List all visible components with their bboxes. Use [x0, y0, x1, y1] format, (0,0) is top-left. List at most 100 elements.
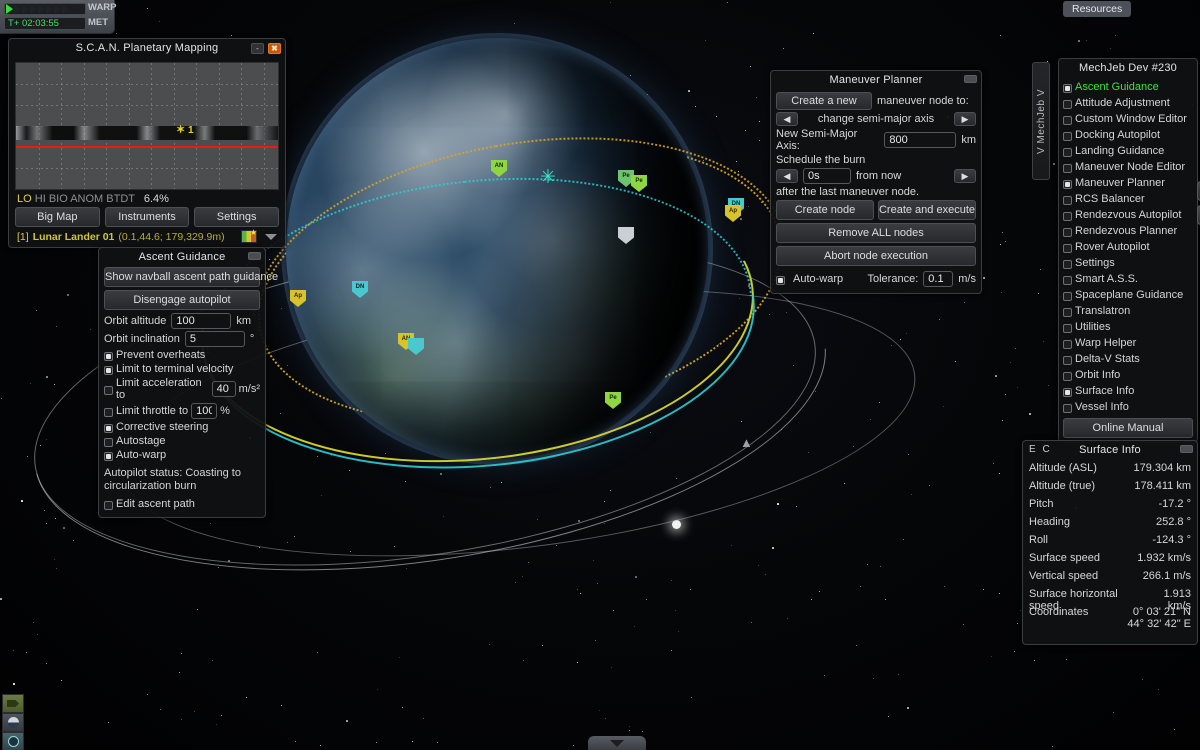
limit-acceleration-input[interactable]: [211, 381, 236, 397]
orbit-inclination-input[interactable]: [184, 331, 245, 347]
mechjeb-item-surface-info[interactable]: Surface Info: [1063, 383, 1193, 399]
mechjeb-item-maneuver-planner[interactable]: Maneuver Planner: [1063, 175, 1193, 191]
mechjeb-checkbox-rover-autopilot[interactable]: [1063, 243, 1072, 253]
mechjeb-item-spaceplane-guidance[interactable]: Spaceplane Guidance: [1063, 287, 1193, 303]
mechjeb-item-docking-autopilot[interactable]: Docking Autopilot: [1063, 127, 1193, 143]
mechjeb-checkbox-ascent-guidance[interactable]: [1063, 83, 1072, 93]
radar-icon[interactable]: [2, 732, 24, 750]
mechjeb-item-rover-autopilot[interactable]: Rover Autopilot: [1063, 239, 1193, 255]
resources-button[interactable]: Resources: [1063, 1, 1132, 17]
ascent-guidance-collapse-button[interactable]: [248, 252, 261, 260]
mechjeb-item-settings[interactable]: Settings: [1063, 255, 1193, 271]
warp-step-4[interactable]: [30, 4, 37, 14]
surface-info-edit-copy-buttons[interactable]: E C: [1029, 444, 1052, 455]
schedule-time-input[interactable]: [803, 168, 851, 184]
create-and-execute-button[interactable]: Create and execute: [877, 200, 976, 220]
warp-step-1[interactable]: [6, 4, 13, 14]
prevent-overheats-row[interactable]: Prevent overheats: [104, 349, 260, 361]
scan-legend-lo[interactable]: LO: [17, 193, 32, 205]
scan-close-button[interactable]: ✖: [268, 43, 281, 54]
mechjeb-item-ascent-guidance[interactable]: Ascent Guidance: [1063, 79, 1193, 95]
vessel-icon[interactable]: [2, 694, 24, 713]
limit-terminal-velocity-checkbox[interactable]: [104, 365, 113, 375]
limit-terminal-velocity-row[interactable]: Limit to terminal velocity: [104, 363, 260, 375]
mechjeb-item-landing-guidance[interactable]: Landing Guidance: [1063, 143, 1193, 159]
mechjeb-item-maneuver-node-editor[interactable]: Maneuver Node Editor: [1063, 159, 1193, 175]
mechjeb-checkbox-spaceplane-guidance[interactable]: [1063, 291, 1072, 301]
mechjeb-checkbox-warp-helper[interactable]: [1063, 339, 1072, 349]
warp-rate-indicator[interactable]: [4, 3, 86, 15]
scan-legend-bio[interactable]: BIO: [49, 193, 68, 205]
mechjeb-item-delta-v-stats[interactable]: Delta-V Stats: [1063, 351, 1193, 367]
scan-big-map-button[interactable]: Big Map: [15, 207, 100, 227]
mechjeb-checkbox-custom-window-editor[interactable]: [1063, 115, 1072, 125]
mechjeb-checkbox-maneuver-planner[interactable]: [1063, 179, 1072, 189]
warp-step-8[interactable]: [62, 4, 69, 14]
scan-legend-hi[interactable]: HI: [35, 193, 46, 205]
semi-major-axis-input[interactable]: [884, 132, 957, 148]
mechjeb-checkbox-rendezvous-planner[interactable]: [1063, 227, 1072, 237]
mechjeb-item-smart-a-s-s[interactable]: Smart A.S.S.: [1063, 271, 1193, 287]
mechjeb-checkbox-smart-a-s-s[interactable]: [1063, 275, 1072, 285]
edit-ascent-path-checkbox[interactable]: [104, 500, 113, 510]
mechjeb-checkbox-rendezvous-autopilot[interactable]: [1063, 211, 1072, 221]
mechjeb-checkbox-surface-info[interactable]: [1063, 387, 1072, 397]
mechjeb-item-vessel-info[interactable]: Vessel Info: [1063, 399, 1193, 415]
scan-legend-anom[interactable]: ANOM: [70, 193, 103, 205]
disengage-autopilot-button[interactable]: Disengage autopilot: [104, 290, 260, 310]
create-node-button[interactable]: Create node: [776, 200, 874, 220]
scan-legend-btdt[interactable]: BTDT: [106, 193, 135, 205]
abort-node-execution-button[interactable]: Abort node execution: [776, 246, 976, 266]
mechjeb-checkbox-landing-guidance[interactable]: [1063, 147, 1072, 157]
mechjeb-item-utilities[interactable]: Utilities: [1063, 319, 1193, 335]
autostage-row[interactable]: Autostage: [104, 435, 260, 447]
corrective-steering-row[interactable]: Corrective steering: [104, 421, 260, 433]
surface-info-collapse-button[interactable]: [1180, 445, 1193, 453]
mechjeb-side-tab[interactable]: V MechJeb V: [1032, 62, 1050, 180]
auto-warp-checkbox[interactable]: [104, 451, 113, 461]
navball-collapse-tab[interactable]: [588, 736, 646, 750]
mechjeb-checkbox-translatron[interactable]: [1063, 307, 1072, 317]
autostage-checkbox[interactable]: [104, 437, 113, 447]
mechjeb-item-rendezvous-planner[interactable]: Rendezvous Planner: [1063, 223, 1193, 239]
mechjeb-checkbox-delta-v-stats[interactable]: [1063, 355, 1072, 365]
mechjeb-item-translatron[interactable]: Translatron: [1063, 303, 1193, 319]
warp-step-3[interactable]: [22, 4, 29, 14]
mechjeb-checkbox-vessel-info[interactable]: [1063, 403, 1072, 413]
scan-vessel-name[interactable]: Lunar Lander 01: [33, 231, 115, 243]
maneuver-type-prev-button[interactable]: ◀: [776, 112, 798, 126]
limit-throttle-input[interactable]: [191, 403, 218, 419]
mechjeb-item-rendezvous-autopilot[interactable]: Rendezvous Autopilot: [1063, 207, 1193, 223]
mechjeb-checkbox-settings[interactable]: [1063, 259, 1072, 269]
warp-step-7[interactable]: [54, 4, 61, 14]
limit-throttle-row[interactable]: Limit throttle to %: [104, 403, 260, 419]
mechjeb-checkbox-maneuver-node-editor[interactable]: [1063, 163, 1072, 173]
corrective-steering-checkbox[interactable]: [104, 423, 113, 433]
navball-icon[interactable]: [2, 713, 24, 732]
tolerance-input[interactable]: [923, 271, 954, 287]
auto-warp-row[interactable]: Auto-warp: [104, 449, 260, 461]
schedule-prev-button[interactable]: ◀: [776, 169, 798, 183]
mechjeb-checkbox-attitude-adjustment[interactable]: [1063, 99, 1072, 109]
remove-all-nodes-button[interactable]: Remove ALL nodes: [776, 223, 976, 243]
mechjeb-item-rcs-balancer[interactable]: RCS Balancer: [1063, 191, 1193, 207]
maneuver-type-next-button[interactable]: ▶: [954, 112, 976, 126]
mechjeb-item-warp-helper[interactable]: Warp Helper: [1063, 335, 1193, 351]
mechjeb-checkbox-docking-autopilot[interactable]: [1063, 131, 1072, 141]
maneuver-planner-collapse-button[interactable]: [964, 75, 977, 83]
create-a-new-button[interactable]: Create a new: [776, 92, 872, 110]
mp-auto-warp-checkbox[interactable]: [776, 275, 785, 285]
mechjeb-checkbox-orbit-info[interactable]: [1063, 371, 1072, 381]
mechjeb-item-orbit-info[interactable]: Orbit Info: [1063, 367, 1193, 383]
chevron-down-icon[interactable]: [265, 233, 277, 240]
warp-step-2[interactable]: [14, 4, 21, 14]
maneuver-node-icon[interactable]: ✳: [537, 167, 559, 189]
scan-instruments-button[interactable]: Instruments: [104, 207, 190, 227]
scan-map-canvas[interactable]: ✶ 1: [15, 62, 279, 190]
edit-ascent-path-row[interactable]: Edit ascent path: [104, 498, 260, 510]
scan-minimize-button[interactable]: -: [251, 43, 264, 54]
scan-palette-icon[interactable]: [241, 228, 257, 243]
limit-throttle-checkbox[interactable]: [104, 407, 113, 417]
mechjeb-item-attitude-adjustment[interactable]: Attitude Adjustment: [1063, 95, 1193, 111]
scan-settings-button[interactable]: Settings: [194, 207, 280, 227]
